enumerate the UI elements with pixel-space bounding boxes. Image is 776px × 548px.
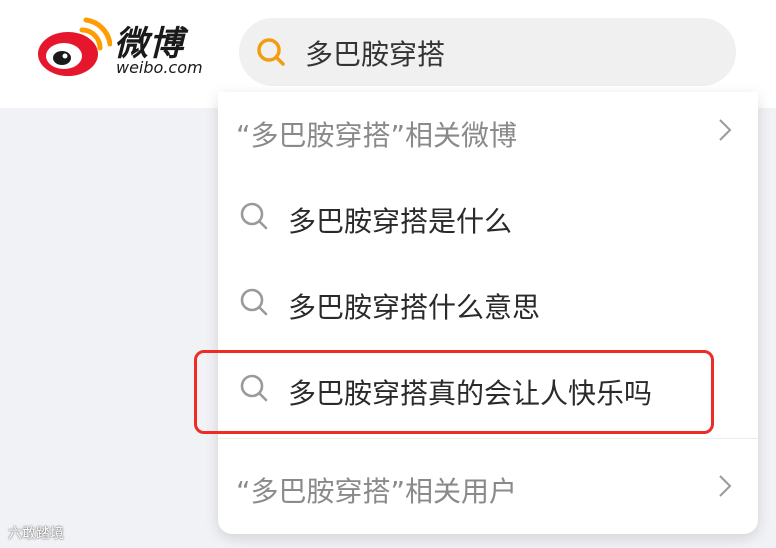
suggestion-label: 多巴胺穿搭是什么 <box>288 205 513 238</box>
search-icon <box>240 202 268 230</box>
weibo-eye-icon <box>38 17 112 76</box>
related-users-label: “多巴胺穿搭”相关用户 <box>236 475 518 508</box>
suggestion-label: 多巴胺穿搭什么意思 <box>288 291 541 324</box>
search-icon <box>240 288 268 316</box>
search-suggestion-dropdown: “多巴胺穿搭”相关微博 多巴胺穿搭是什么 多巴胺穿搭什么意思 多巴胺穿搭真的会让… <box>218 92 758 534</box>
suggestion-item[interactable]: 多巴胺穿搭是什么 <box>218 180 758 260</box>
logo-text-en: weibo.com <box>116 58 203 77</box>
divider <box>218 438 758 439</box>
highlight-annotation-box <box>194 350 714 434</box>
watermark: 六敢踏境 <box>8 526 64 542</box>
related-weibo-link[interactable]: “多巴胺穿搭”相关微博 <box>218 92 758 172</box>
related-users-link[interactable]: “多巴胺穿搭”相关用户 <box>218 448 758 528</box>
search-input[interactable] <box>303 30 707 76</box>
weibo-logo[interactable]: 微博 weibo.com <box>36 16 216 80</box>
suggestion-item[interactable]: 多巴胺穿搭什么意思 <box>218 266 758 346</box>
related-weibo-label: “多巴胺穿搭”相关微博 <box>236 119 518 152</box>
chevron-right-icon <box>719 119 732 141</box>
chevron-right-icon <box>719 475 732 497</box>
search-bar[interactable] <box>239 18 736 86</box>
search-icon[interactable] <box>255 36 287 68</box>
